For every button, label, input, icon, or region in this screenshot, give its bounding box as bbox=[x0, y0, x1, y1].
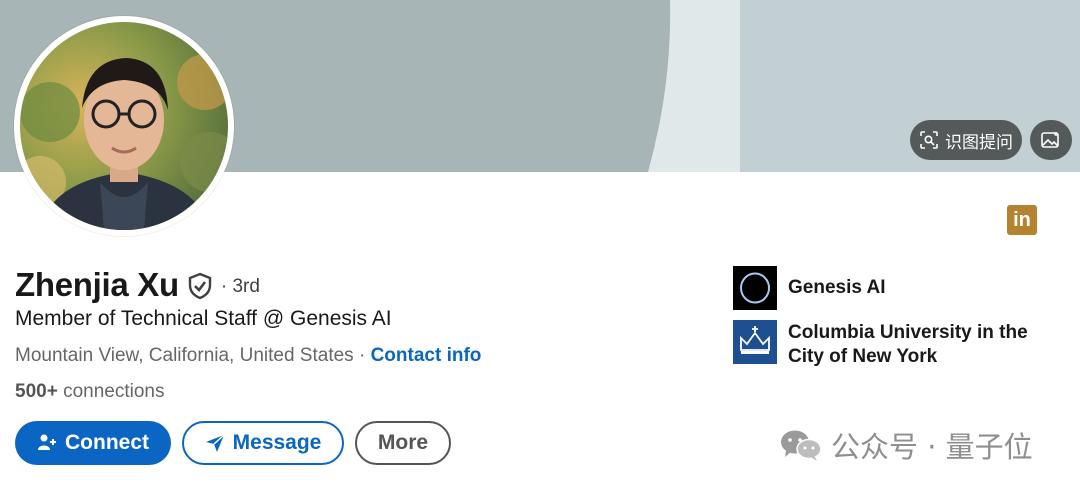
connections-number: 500+ bbox=[15, 381, 58, 402]
message-button[interactable]: Message bbox=[182, 421, 344, 465]
message-label: Message bbox=[232, 431, 322, 454]
organization-name: Columbia University in the City of New Y… bbox=[788, 322, 1028, 367]
connections-label: connections bbox=[63, 381, 165, 402]
organization-name: Genesis AI bbox=[788, 277, 886, 298]
profile-name: Zhenjia Xu bbox=[15, 266, 179, 303]
scan-icon bbox=[920, 131, 938, 149]
location-separator: · bbox=[353, 345, 371, 366]
profile-headline: Member of Technical Staff @ Genesis AI bbox=[15, 307, 392, 330]
avatar-image bbox=[20, 22, 228, 230]
connection-degree: · 3rd bbox=[220, 276, 260, 297]
image-question-button[interactable]: 识图提问 bbox=[910, 120, 1022, 160]
more-label: More bbox=[377, 431, 429, 454]
connect-button[interactable]: Connect bbox=[15, 421, 171, 465]
image-question-label: 识图提问 bbox=[945, 132, 1013, 152]
add-person-icon bbox=[38, 434, 56, 450]
watermark-text: 公众号 · 量子位 bbox=[831, 430, 1033, 464]
organization-columbia[interactable]: Columbia University in the City of New Y… bbox=[733, 320, 1048, 369]
contact-info-link[interactable]: Contact info bbox=[371, 345, 482, 366]
image-action-button[interactable] bbox=[1030, 120, 1072, 160]
wechat-watermark: 公众号 · 量子位 bbox=[779, 424, 1033, 466]
send-icon bbox=[205, 434, 225, 452]
columbia-crown-logo-icon bbox=[733, 320, 777, 364]
organization-genesis-ai[interactable]: Genesis AI bbox=[733, 266, 1048, 310]
image-icon bbox=[1041, 132, 1059, 148]
genesis-ai-logo-icon bbox=[733, 266, 777, 310]
name-row: Zhenjia Xu · 3rd bbox=[15, 266, 260, 304]
profile-location: Mountain View, California, United States bbox=[15, 345, 354, 366]
verified-shield-icon[interactable] bbox=[187, 272, 213, 300]
linkedin-icon[interactable]: in bbox=[1007, 205, 1037, 235]
wechat-icon bbox=[781, 430, 822, 461]
profile-photo[interactable] bbox=[14, 16, 234, 236]
connections-count[interactable]: 500+ connections bbox=[15, 381, 164, 403]
more-button[interactable]: More bbox=[355, 421, 451, 465]
location-row: Mountain View, California, United States… bbox=[15, 345, 481, 367]
connect-label: Connect bbox=[65, 431, 149, 454]
